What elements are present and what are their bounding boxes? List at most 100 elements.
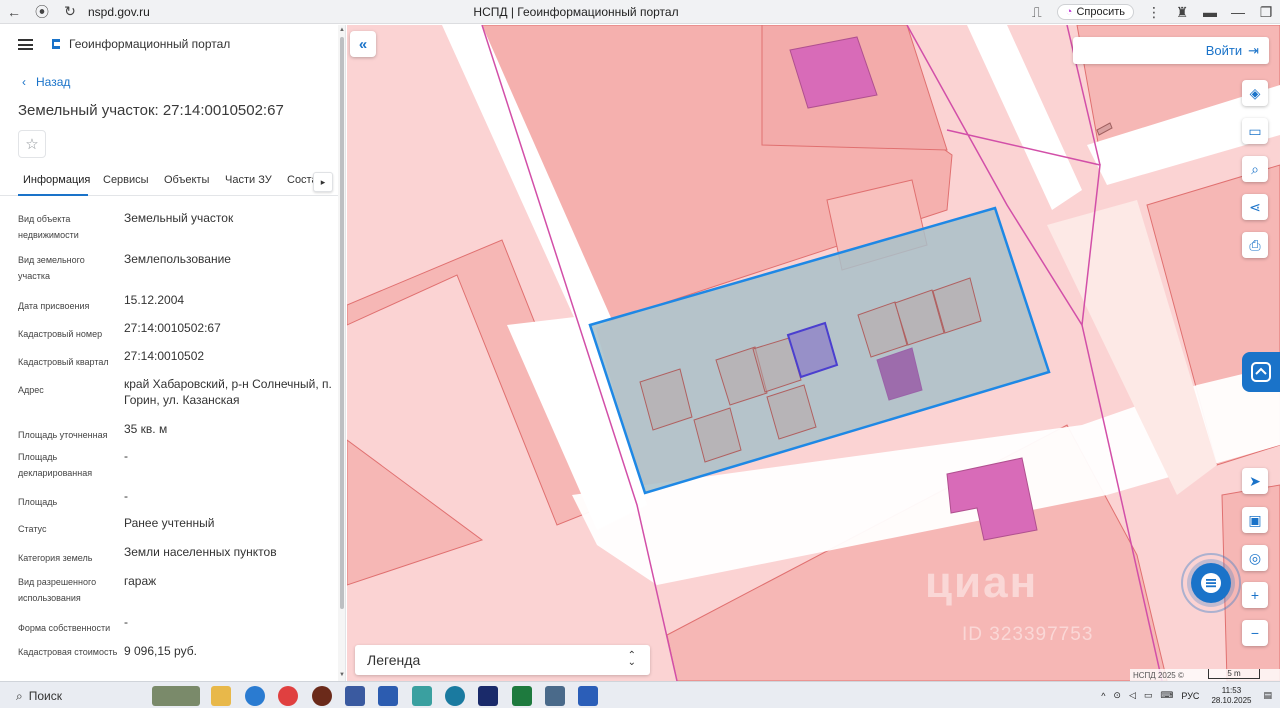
portal-title: Геоинформационный портал: [69, 37, 231, 51]
ask-icon: ◔: [1065, 6, 1073, 18]
restore-icon[interactable]: ❐: [1252, 0, 1280, 24]
tab-composition[interactable]: Состав: [287, 174, 313, 186]
map-canvas[interactable]: [347, 25, 1280, 681]
profile-icon[interactable]: ▬: [1196, 0, 1224, 24]
screen-mode-icon[interactable]: ▣: [1242, 507, 1268, 533]
tabs-next-icon[interactable]: ▸: [313, 172, 333, 192]
chevron-left-icon: ‹: [22, 75, 26, 89]
info-label: Кадастровый квартал: [18, 357, 109, 367]
zoom-out-icon[interactable]: −: [1242, 620, 1268, 646]
watermark-id: ID 323397753: [962, 624, 1094, 645]
app-icon-6[interactable]: [378, 686, 398, 706]
language-indicator[interactable]: РУС: [1181, 691, 1199, 701]
back-arrow-icon[interactable]: ←: [0, 0, 28, 24]
info-label: Площадь уточненная: [18, 430, 108, 440]
clock-time: 11:53: [1221, 685, 1242, 695]
legend-dropdown[interactable]: Легенда ⌃ ⌄: [355, 645, 650, 675]
extension-icon[interactable]: ♜: [1168, 0, 1196, 24]
address-bar[interactable]: nspd.gov.ru: [88, 5, 150, 19]
browser-toolbar: ← ⦿ ↻ nspd.gov.ru НСПД | Геоинформационн…: [0, 0, 1280, 24]
scroll-down-icon[interactable]: ▼: [339, 672, 345, 678]
keyboard-icon[interactable]: ⌨: [1160, 690, 1173, 701]
login-label: Войти: [1205, 43, 1243, 58]
chat-icon[interactable]: [1191, 563, 1231, 603]
app-icon-5[interactable]: [345, 686, 365, 706]
tab-bar: Информация Сервисы Объекты Части ЗУ Сост…: [0, 170, 338, 196]
layers-icon[interactable]: ◈: [1242, 80, 1268, 106]
minimize-icon[interactable]: —: [1224, 0, 1252, 24]
volume-icon[interactable]: ◁: [1129, 690, 1136, 701]
app-icon-11[interactable]: [545, 686, 565, 706]
tab-parts[interactable]: Части ЗУ: [225, 174, 272, 186]
info-value: 27:14:0010502:67: [124, 321, 221, 335]
search-highlight-image: [152, 686, 200, 706]
search-label: Поиск: [28, 689, 62, 703]
network-icon[interactable]: ⊙: [1113, 690, 1121, 701]
scale-bar: 5 m: [1208, 669, 1260, 679]
locate-icon[interactable]: ◎: [1242, 545, 1268, 571]
back-link[interactable]: ‹ Назад: [22, 75, 70, 89]
tab-info[interactable]: Информация: [23, 174, 90, 186]
ask-label: Спросить: [1076, 6, 1125, 18]
more-menu-icon[interactable]: ⋮: [1140, 0, 1168, 24]
info-label: Кадастровый номер: [18, 329, 103, 339]
info-value: 35 кв. м: [124, 422, 168, 436]
info-label: Дата присвоения: [18, 301, 90, 311]
tab-objects[interactable]: Объекты: [164, 174, 209, 186]
app-icon-9[interactable]: [478, 686, 498, 706]
chevron-updown-icon: ⌃ ⌄: [627, 650, 636, 668]
portal-logo-icon: [52, 39, 60, 49]
login-button[interactable]: Войти ⇥: [1073, 37, 1269, 64]
tab-services[interactable]: Сервисы: [103, 174, 149, 186]
info-label: Кадастровая стоимость: [18, 647, 118, 657]
file-explorer-icon[interactable]: [211, 686, 231, 706]
app-icon-4[interactable]: [312, 686, 332, 706]
print-icon[interactable]: ⎙: [1242, 232, 1268, 258]
info-value: Землепользование: [124, 252, 231, 266]
security-icon[interactable]: ⦿: [28, 0, 56, 24]
collapse-sidebar-icon[interactable]: «: [350, 31, 376, 57]
info-value: 15.12.2004: [124, 293, 185, 307]
ask-button[interactable]: ◔ Спросить: [1056, 4, 1134, 20]
tab-title: НСПД | Геоинформационный портал: [473, 4, 679, 19]
info-label: Адрес: [18, 385, 44, 395]
info-value: гараж: [124, 574, 157, 588]
favorite-star-icon[interactable]: ☆: [18, 130, 46, 158]
tray-chevron-icon[interactable]: ^: [1101, 691, 1105, 701]
ruler-icon[interactable]: ▭: [1242, 118, 1268, 144]
scrollbar-thumb[interactable]: [340, 37, 344, 609]
info-value: 9 096,15 руб.: [124, 644, 197, 658]
scroll-up-icon[interactable]: ▲: [339, 27, 345, 33]
info-label: Категория земель: [18, 553, 93, 563]
bookmark-icon[interactable]: ⎍: [1023, 0, 1051, 24]
menu-icon[interactable]: [18, 39, 33, 50]
info-value: 27:14:0010502: [124, 349, 205, 363]
word-icon[interactable]: [578, 686, 598, 706]
app-icon-8[interactable]: [445, 686, 465, 706]
side-panel-tab[interactable]: [1242, 352, 1280, 392]
area-search-icon[interactable]: ⌕: [1242, 156, 1268, 182]
share-icon[interactable]: ⋖: [1242, 194, 1268, 220]
clock[interactable]: 11:53 28.10.2025: [1211, 686, 1251, 706]
info-value: -: [124, 489, 128, 503]
reload-icon[interactable]: ↻: [56, 0, 84, 24]
info-label: Площадь декларированная: [18, 452, 93, 478]
info-value: Земли населенных пунктов: [124, 545, 277, 559]
yandex-browser-icon[interactable]: [278, 686, 298, 706]
edge-icon[interactable]: [245, 686, 265, 706]
zoom-in-icon[interactable]: +: [1242, 582, 1268, 608]
back-label: Назад: [36, 75, 71, 89]
cadastral-map[interactable]: [347, 25, 1280, 681]
active-tab-indicator: [18, 194, 88, 196]
login-icon: ⇥: [1248, 42, 1259, 58]
app-icon-7[interactable]: [412, 686, 432, 706]
watermark-text: циан: [925, 558, 1039, 607]
battery-icon[interactable]: ▭: [1144, 690, 1153, 701]
info-label: Форма собственности: [18, 623, 111, 633]
system-tray: ^ ⊙ ◁ ▭ ⌨ РУС 11:53 28.10.2025 ▤: [1097, 682, 1280, 708]
navigation-icon[interactable]: ➤: [1242, 468, 1268, 494]
search-icon: ⌕: [16, 688, 23, 703]
excel-icon[interactable]: [512, 686, 532, 706]
notification-icon[interactable]: ▤: [1263, 690, 1272, 701]
clock-date: 28.10.2025: [1211, 695, 1252, 705]
